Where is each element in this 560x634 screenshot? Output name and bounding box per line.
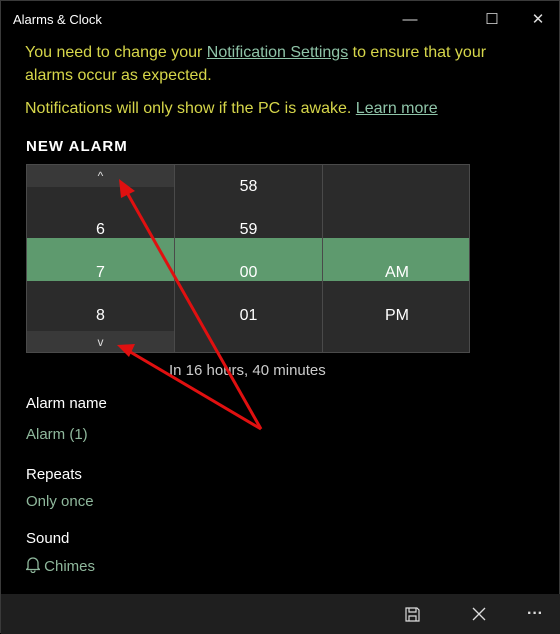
learn-more-link[interactable]: Learn more (356, 100, 438, 117)
bell-icon (24, 557, 42, 574)
notification-settings-link[interactable]: Notification Settings (207, 44, 348, 61)
hour-column[interactable]: ^ 6 7 8 v (27, 165, 175, 352)
minute-option[interactable]: 02 (175, 337, 322, 352)
warning-text: alarms occur as expected. (25, 67, 212, 84)
more-button[interactable]: ··· (515, 594, 555, 634)
period-selected[interactable]: AM (323, 251, 469, 294)
alarm-name-input[interactable]: Alarm (1) (26, 426, 88, 443)
notification-warning: You need to change your Notification Set… (25, 41, 486, 87)
repeats-dropdown[interactable]: Only once (26, 493, 94, 510)
close-icon (472, 607, 486, 621)
repeats-label: Repeats (26, 466, 82, 483)
hour-selected[interactable]: 7 (27, 251, 174, 294)
awake-text: Notifications will only show if the PC i… (25, 100, 356, 117)
minute-option[interactable]: 01 (175, 294, 322, 337)
minute-column[interactable]: 58 59 00 01 02 (175, 165, 323, 352)
close-window-button[interactable]: ✕ (515, 5, 560, 33)
cancel-button[interactable] (459, 594, 499, 634)
time-picker[interactable]: ^ 6 7 8 v 58 59 00 01 02 AM PM (26, 164, 470, 353)
warning-text: to ensure that your (348, 44, 487, 61)
awake-notice: Notifications will only show if the PC i… (25, 97, 438, 120)
period-option[interactable]: PM (323, 294, 469, 337)
save-icon (404, 606, 420, 622)
hour-up-button[interactable]: ^ (27, 165, 174, 187)
window-title: Alarms & Clock (13, 12, 102, 27)
alarm-name-label: Alarm name (26, 395, 107, 412)
sound-value: Chimes (44, 558, 96, 575)
warning-text: You need to change your (25, 44, 207, 61)
sound-label: Sound (26, 530, 70, 547)
sound-dropdown[interactable]: Chimes (24, 556, 96, 575)
maximize-button[interactable]: ☐ (469, 5, 515, 33)
hour-option[interactable]: 6 (27, 208, 174, 251)
hour-down-button[interactable]: v (27, 331, 174, 352)
section-title: NEW ALARM (26, 138, 128, 155)
minute-selected[interactable]: 00 (175, 251, 322, 294)
save-button[interactable] (392, 594, 432, 634)
minute-option[interactable]: 58 (175, 165, 322, 208)
command-bar: ··· (1, 594, 560, 634)
countdown-text: In 16 hours, 40 minutes (169, 362, 326, 379)
minimize-button[interactable]: — (387, 5, 433, 33)
minute-option[interactable]: 59 (175, 208, 322, 251)
period-column[interactable]: AM PM (323, 165, 469, 352)
